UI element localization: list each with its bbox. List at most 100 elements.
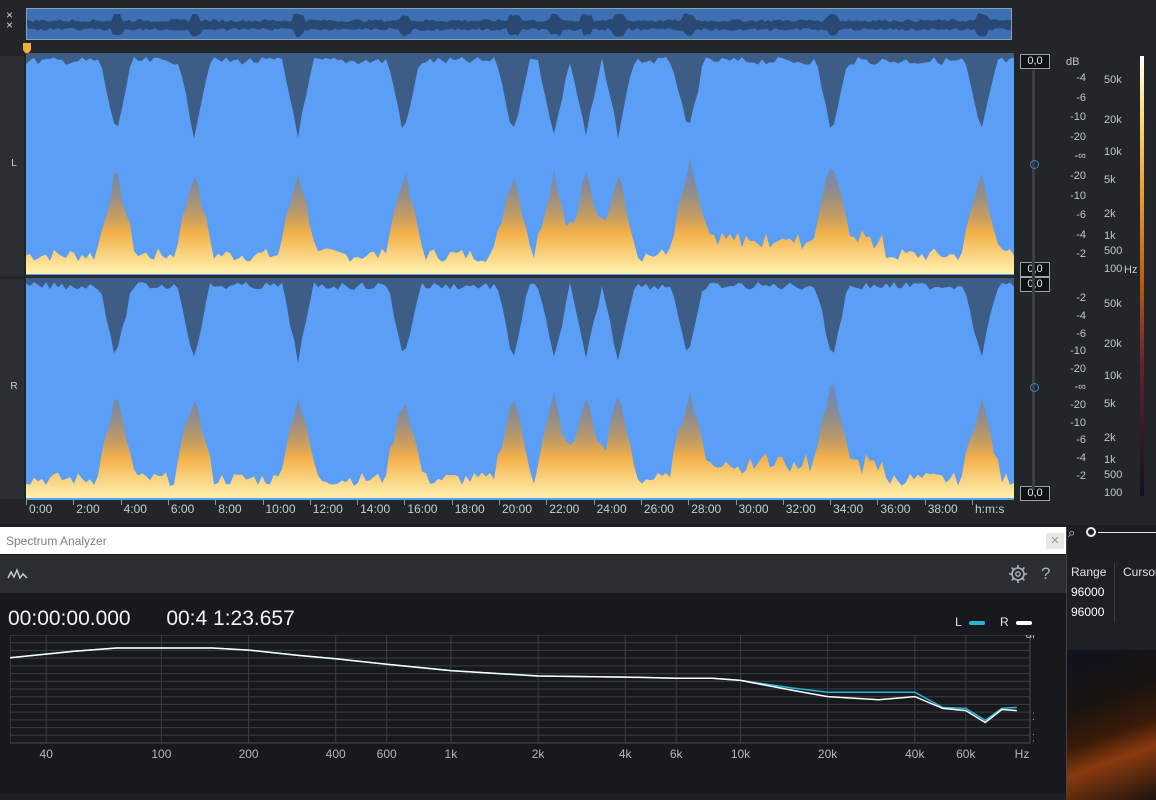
freq-tick-label: Hz xyxy=(1015,747,1030,761)
freq-scale-label: 2k xyxy=(1104,432,1116,444)
db-unit-label: dB xyxy=(1025,635,1034,641)
freq-tick-label: 400 xyxy=(326,747,346,761)
amp-scale-label: -6 xyxy=(1076,327,1086,340)
spectrogram-view xyxy=(26,53,1014,500)
waveform-spectrogram[interactable] xyxy=(26,53,1014,500)
level-fader[interactable] xyxy=(1032,70,1035,490)
zoom-icon[interactable]: ⌕ xyxy=(1068,525,1075,541)
amp-scale-label: -∞ xyxy=(1074,150,1086,163)
freq-tick-label: 60k xyxy=(956,747,976,761)
amp-scale-label: -4 xyxy=(1076,452,1086,465)
freq-scale-label: 500 xyxy=(1104,469,1123,481)
timeline-tick xyxy=(404,499,406,505)
spectrum-analyzer-toolbar: ? xyxy=(0,555,1066,593)
amp-scale-label: -4 xyxy=(1076,72,1086,84)
range-value-2: 96000 xyxy=(1071,605,1105,619)
timeline-tick xyxy=(924,499,926,505)
freq-tick-label: 600 xyxy=(377,747,397,761)
help-icon[interactable]: ? xyxy=(1041,564,1050,584)
freq-scale-label: 1k xyxy=(1104,230,1116,242)
panel-divider xyxy=(1114,563,1115,623)
timeline-tick xyxy=(215,499,217,505)
amp-scale-label: -10 xyxy=(1070,416,1086,429)
timeline-tick xyxy=(782,499,784,505)
spectrum-icon[interactable] xyxy=(7,566,29,582)
timeline-tick xyxy=(120,499,122,505)
freq-scale-label: 5k xyxy=(1104,398,1116,410)
timeline-tick xyxy=(499,499,500,505)
amp-scale-label: -2 xyxy=(1076,470,1086,482)
timeline-label: 36:00 xyxy=(880,502,911,516)
timeline-label: 22:00 xyxy=(549,502,580,516)
db-readout-l-top: 0,0 xyxy=(1020,54,1050,69)
range-header: Range xyxy=(1071,565,1107,579)
waveform-overview[interactable] xyxy=(26,8,1012,40)
overview-waveform xyxy=(27,9,1011,39)
settings-icon[interactable] xyxy=(1008,564,1028,584)
channel-legend: L R xyxy=(955,615,1032,629)
freq-tick-label: 40 xyxy=(40,747,54,761)
timeline-tick xyxy=(26,499,27,505)
freq-scale-label: 5k xyxy=(1104,174,1116,186)
spectrum-analyzer-titlebar[interactable]: Spectrum Analyzer ✕ xyxy=(0,527,1066,554)
timeline-ruler[interactable]: 0:00 2:00 4:00 6:00 8:00 10:00 12:00 14:00 16:00… xyxy=(26,499,1016,519)
timeline-tick xyxy=(830,499,832,505)
timeline-label: 12:00 xyxy=(312,502,343,516)
freq-tick-label: 100 xyxy=(151,747,171,761)
amp-scale-label: -20 xyxy=(1070,398,1086,411)
timeline-label: 34:00 xyxy=(833,502,864,516)
db-tick-label: 120 xyxy=(1032,731,1034,745)
timeline-label: 16:00 xyxy=(407,502,438,516)
timeline-label: 18:00 xyxy=(454,502,485,516)
freq-scale-label: 50k xyxy=(1104,298,1122,310)
timeline-label: 26:00 xyxy=(643,502,674,516)
freq-scale-label: 2k xyxy=(1104,208,1116,220)
timeline-label: 20:00 xyxy=(502,502,533,516)
freq-tick-label: 4k xyxy=(619,747,633,761)
amp-scale-label: -20 xyxy=(1070,130,1086,143)
amp-scale-label: -20 xyxy=(1070,363,1086,376)
fader-handle-right[interactable] xyxy=(1030,383,1039,392)
timeline-label: 6:00 xyxy=(170,502,195,516)
time-range: 00:00:00.000 00:4 1:23.657 xyxy=(8,607,295,631)
desktop-background-image xyxy=(1066,650,1156,800)
legend-left-swatch xyxy=(968,620,985,625)
legend-left-label: L xyxy=(955,615,962,629)
timeline-tick xyxy=(735,499,737,505)
zoom-control[interactable]: ⌕ xyxy=(1064,525,1156,545)
timeline-label: 28:00 xyxy=(691,502,722,516)
freq-scale-label: 10k xyxy=(1104,370,1122,382)
zoom-slider-knob[interactable] xyxy=(1086,527,1096,537)
timeline-tick xyxy=(357,499,359,505)
timeline-tick xyxy=(546,499,548,505)
freq-scale-label: 20k xyxy=(1104,114,1122,126)
amp-scale-label: -6 xyxy=(1076,209,1086,222)
timeline-label: 0:00 xyxy=(29,502,53,516)
freq-tick-label: 20k xyxy=(818,747,838,761)
freq-tick-label: 10k xyxy=(731,747,751,761)
amp-scale-label: -6 xyxy=(1076,434,1086,447)
db-readout-r-top: 0,0 xyxy=(1020,277,1050,292)
freq-tick-label: 2k xyxy=(532,747,546,761)
range-value-1: 96000 xyxy=(1071,585,1105,599)
freq-tick-label: 6k xyxy=(670,747,684,761)
close-icon[interactable]: ✕ xyxy=(1046,533,1064,549)
amp-scale-label: -∞ xyxy=(1074,381,1086,393)
db-readout-l-bottom: 0,0 xyxy=(1020,262,1050,277)
freq-scale-label: 50k xyxy=(1104,74,1122,86)
timeline-label: 32:00 xyxy=(785,502,816,516)
freq-scale-label: 500 xyxy=(1104,245,1123,257)
chart-grid xyxy=(10,635,1030,744)
hz-unit: Hz xyxy=(1124,264,1138,276)
freq-tick-label: 200 xyxy=(239,747,259,761)
amp-scale-label: -2 xyxy=(1076,292,1086,304)
timeline-tick xyxy=(688,499,690,505)
timeline-label: 30:00 xyxy=(738,502,769,516)
fader-handle-left[interactable] xyxy=(1030,160,1039,169)
db-tick-label: 100 xyxy=(1032,709,1034,723)
amp-scale-unit: dB xyxy=(1066,56,1080,68)
collapse-icon[interactable]: × × xyxy=(6,9,13,31)
zoom-slider-track[interactable] xyxy=(1098,532,1156,533)
spectrum-chart[interactable]: dB406080100120401002004006001k2k4k6k10k2… xyxy=(10,635,1034,761)
timeline-label: 38:00 xyxy=(927,502,958,516)
